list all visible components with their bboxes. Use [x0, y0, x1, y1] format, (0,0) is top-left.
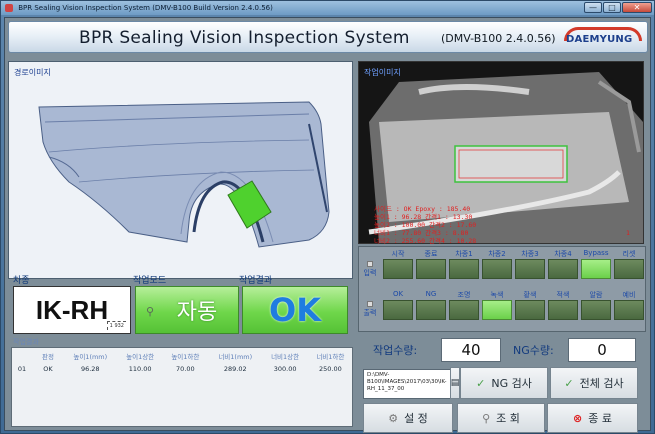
output-label: 조명 [457, 291, 471, 299]
app-window: BPR Sealing Vision Inspection System (DM… [0, 0, 655, 434]
output-label: 녹색 [490, 291, 504, 299]
close-icon: ⊗ [573, 411, 583, 425]
exit-button[interactable]: ⊗ 종 료 [547, 403, 638, 433]
input-label: 차종3 [521, 250, 539, 258]
output-lamp [581, 300, 611, 320]
input-label: Bypass [583, 249, 609, 257]
io-status-panel: 입력 출력 시작 종료 차종1 차종2 차종3 차종4 Bypass 리셋 OK NG 조명 녹색 황색… [358, 246, 646, 332]
mode-value: 자동 [176, 300, 218, 325]
close-button[interactable]: ✕ [622, 2, 652, 13]
table-row[interactable]: 01 OK 96.28 110.00 70.00 289.02 300.00 2… [11, 362, 353, 375]
input-label: 입력 [361, 261, 379, 278]
ng-check-button[interactable]: ✓ NG 검사 [460, 367, 548, 399]
result-label: 작업결과 [239, 276, 273, 286]
input-lamp [449, 259, 479, 279]
app-icon [5, 4, 13, 12]
vehicle-thumb: 1 932 [106, 321, 126, 330]
output-lamp [482, 300, 512, 320]
input-lamp [614, 259, 644, 279]
input-label: 차종1 [455, 250, 473, 258]
input-label: 리셋 [622, 250, 636, 258]
output-label: 알람 [589, 291, 603, 299]
route-image-panel: 경로이미지 [8, 61, 353, 279]
window-title: BPR Sealing Vision Inspection System (DM… [18, 4, 273, 12]
ng-count-value: 0 [568, 338, 636, 362]
settings-button[interactable]: ⚙ 설 정 [363, 403, 453, 433]
image-path-display: D:\DMV-B100\IMAGES\2017\03\30\IK-RH_11_3… [363, 369, 457, 399]
daemyung-logo: DAEMYUNG [562, 26, 646, 50]
vehicle-label: 차종 [13, 276, 30, 286]
input-lamp [383, 259, 413, 279]
check-icon: ✓ [564, 376, 574, 390]
output-label: 황색 [523, 291, 537, 299]
work-image-panel: 작업이미지 사이드 : OK Epoxy : 185.40 높이1 : 96.2… [358, 61, 644, 245]
output-label: 적색 [556, 291, 570, 299]
mode-label: 작업모드 [133, 276, 167, 286]
work-count-value: 40 [441, 338, 501, 362]
input-lamp [416, 259, 446, 279]
output-label: 예비 [622, 291, 636, 299]
full-check-button[interactable]: ✓ 전체 검사 [550, 367, 638, 399]
work-count-label: 작업수량: [373, 344, 418, 357]
input-lamp [515, 259, 545, 279]
result-value: OK [269, 291, 321, 329]
app-title: BPR Sealing Vision Inspection System [79, 28, 410, 48]
input-label: 종료 [424, 250, 438, 258]
output-lamp [449, 300, 479, 320]
gear-icon: ⚙ [388, 411, 399, 425]
search-button[interactable]: ⚲ 조 회 [457, 403, 545, 433]
table-label: 작업결과 [13, 338, 39, 346]
output-label: 출력 [361, 301, 379, 318]
folder-icon[interactable]: ▤ [450, 367, 460, 399]
output-lamp [548, 300, 578, 320]
vehicle-display: IK-RH 1 932 [13, 286, 131, 334]
ng-count-label: NG수량: [513, 344, 554, 357]
mode-button[interactable]: ⚲ 자동 [135, 286, 239, 334]
output-lamp [383, 300, 413, 320]
minimize-button[interactable]: — [584, 2, 602, 13]
search-icon: ⚲ [146, 305, 155, 318]
input-label: 차종2 [488, 250, 506, 258]
search-icon: ⚲ [482, 411, 491, 425]
check-icon: ✓ [476, 376, 486, 390]
output-label: NG [425, 290, 437, 298]
input-lamp [482, 259, 512, 279]
image-index-mark: 1 [626, 229, 630, 237]
output-lamp [614, 300, 644, 320]
version-label: (DMV-B100 2.4.0.56) [441, 32, 556, 45]
output-lamp [515, 300, 545, 320]
input-label: 차종4 [554, 250, 572, 258]
vehicle-value: IK-RH [35, 294, 109, 325]
app-header: BPR Sealing Vision Inspection System (DM… [8, 21, 648, 53]
output-label: OK [392, 290, 404, 298]
input-lamp [548, 259, 578, 279]
work-image-label: 작업이미지 [364, 68, 401, 77]
maximize-button[interactable]: □ [603, 2, 621, 13]
input-label: 시작 [391, 250, 405, 258]
main-area: BPR Sealing Vision Inspection System (DM… [4, 17, 651, 433]
result-display: OK [242, 286, 348, 334]
car-fender-drawing [38, 101, 330, 248]
results-table: 판정 높이1(mm) 높이1상한 높이1하한 너비1(mm) 너비1상한 너비1… [11, 349, 353, 375]
measurement-overlay: 사이드 : OK Epoxy : 185.40 높이1 : 96.28 간격1 … [374, 205, 477, 245]
output-lamp [416, 300, 446, 320]
input-lamp [581, 259, 611, 279]
title-bar: BPR Sealing Vision Inspection System (DM… [1, 1, 654, 15]
